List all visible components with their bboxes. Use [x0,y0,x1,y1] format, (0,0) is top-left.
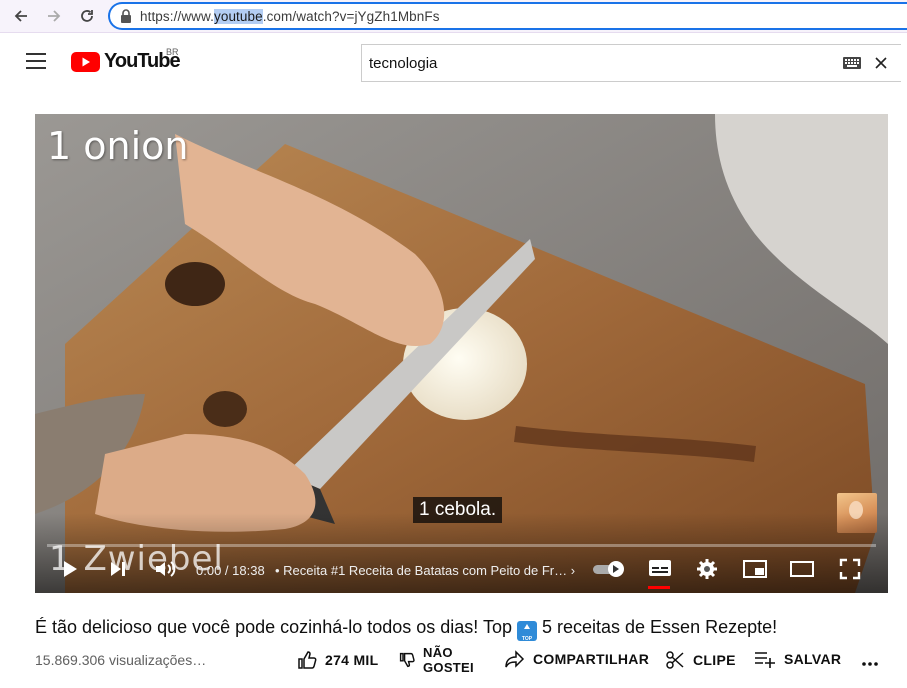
gear-icon [697,559,717,579]
save-button[interactable]: SALVAR [754,650,841,668]
url-suffix: .com/watch?v=jYgZh1MbnFs [262,8,440,24]
top-badge-text: TOP [521,636,533,642]
chapter-text: • Receita #1 Receita de Batatas com Peit… [275,563,568,578]
settings-button[interactable] [696,558,718,580]
keyboard-icon[interactable] [843,57,861,69]
fullscreen-icon [839,558,861,580]
youtube-header: YouTube BR tecnologia [0,34,907,90]
search-input[interactable]: tecnologia [361,44,901,82]
video-player[interactable]: 1 onion 1 cebola. 1 Zwiebel 0:00 / 18:38… [35,114,888,593]
search-value: tecnologia [369,54,438,72]
play-icon [64,561,77,577]
top-emoji-icon: TOP [516,621,537,642]
autoplay-icon [593,561,624,577]
mute-button[interactable] [153,558,177,580]
reload-button[interactable] [75,4,99,28]
url-prefix: https://www. [140,8,214,24]
time-display: 0:00 / 18:38 [196,563,265,578]
dislike-label-line2: GOSTEI [423,660,474,675]
country-code: BR [166,47,179,57]
video-title: É tão delicioso que você pode cozinhá-lo… [35,617,778,642]
like-button[interactable]: 274 MIL [297,650,378,670]
theater-icon [790,561,814,577]
chapter-title[interactable]: • Receita #1 Receita de Batatas com Peit… [275,563,575,578]
youtube-play-icon [71,51,100,72]
like-count: 274 MIL [325,652,379,668]
close-icon[interactable] [873,55,889,71]
share-icon [505,650,525,668]
title-part-1: É tão delicioso que você pode cozinhá-lo… [35,617,517,637]
thumbs-up-icon [298,651,317,669]
forward-button[interactable] [42,4,66,28]
arrow-left-icon [14,10,27,22]
theater-mode-button[interactable] [789,558,815,580]
browser-toolbar: https://www.youtube.com/watch?v=jYgZh1Mb… [0,0,907,33]
dislike-label: NÃO GOSTEI [423,645,474,675]
clip-label: CLIPE [693,652,736,668]
thumbs-down-icon [399,652,415,668]
video-overlay-text: 1 onion [47,124,189,168]
next-icon [111,562,125,576]
subtitles-active-indicator [648,586,670,589]
dislike-label-line1: NÃO [423,645,453,660]
back-button[interactable] [9,4,33,28]
share-label: COMPARTILHAR [533,651,650,667]
save-label: SALVAR [784,651,842,667]
progress-bar[interactable] [47,544,876,547]
more-horizontal-icon [862,662,878,666]
chevron-right-icon: › [570,563,576,578]
next-button[interactable] [107,558,129,580]
playlist-add-icon [755,652,775,668]
reload-icon [81,10,93,22]
volume-icon [156,561,176,577]
more-actions-button[interactable] [860,650,880,670]
autoplay-toggle[interactable] [592,558,628,580]
player-controls: 0:00 / 18:38 • Receita #1 Receita de Bat… [35,550,888,590]
title-part-2: 5 receitas de Essen Rezepte! [536,617,778,637]
address-bar[interactable]: https://www.youtube.com/watch?v=jYgZh1Mb… [108,2,907,30]
share-button[interactable]: COMPARTILHAR [505,650,649,668]
view-count[interactable]: 15.869.306 visualizações… [35,652,206,668]
dislike-button[interactable]: NÃO GOSTEI [399,645,474,675]
fullscreen-button[interactable] [839,558,861,580]
miniplayer-button[interactable] [742,558,768,580]
youtube-logo[interactable]: YouTube BR [71,47,181,73]
clip-button[interactable]: CLIPE [665,650,736,670]
menu-icon[interactable] [26,53,46,69]
lock-icon [121,9,131,23]
scissors-icon [666,651,684,669]
miniplayer-icon [743,560,767,578]
subtitles-icon [649,560,671,576]
subtitles-button[interactable] [648,558,672,578]
arrow-right-icon [48,10,61,22]
play-button[interactable] [59,558,81,580]
url-highlight: youtube [213,8,263,24]
url-text: https://www.youtube.com/watch?v=jYgZh1Mb… [140,8,440,24]
